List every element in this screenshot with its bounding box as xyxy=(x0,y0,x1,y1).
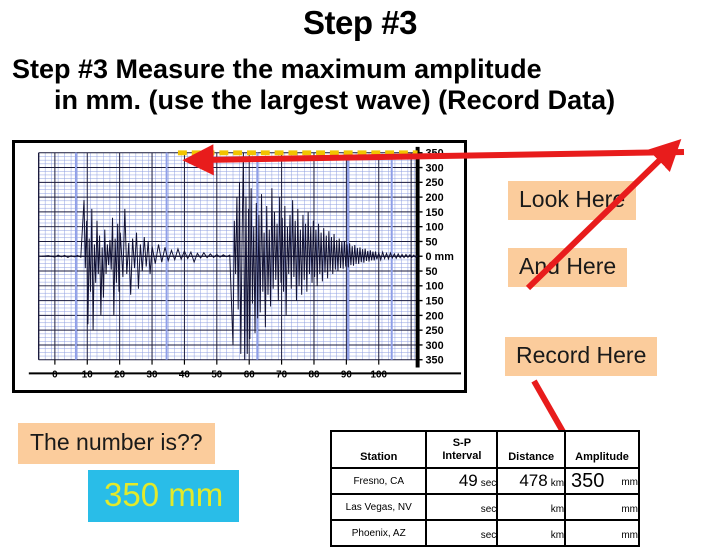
cell-distance[interactable]: 478 km xyxy=(496,467,567,495)
column-header-sp-interval: S-P Interval xyxy=(425,430,499,469)
cell-amplitude[interactable]: mm xyxy=(564,519,640,547)
distance-unit: km xyxy=(550,504,565,515)
distance-value: 478 xyxy=(519,471,548,490)
svg-text:300: 300 xyxy=(426,340,444,352)
slide-title: Step #3 xyxy=(303,4,417,41)
svg-text:250: 250 xyxy=(426,177,444,189)
svg-text:100: 100 xyxy=(426,281,444,293)
seismic-data-table: Station S-P Interval Distance Amplitude … xyxy=(329,430,640,547)
svg-text:350: 350 xyxy=(426,148,444,160)
svg-text:40: 40 xyxy=(179,369,191,380)
cell-sp-interval[interactable]: sec xyxy=(425,493,499,521)
svg-text:0: 0 xyxy=(52,369,58,380)
table-header-row: Station S-P Interval Distance Amplitude xyxy=(329,430,640,469)
svg-text:30: 30 xyxy=(147,369,159,380)
cell-distance[interactable]: km xyxy=(496,519,567,547)
slide-body-line-1: Step #3 Measure the maximum amplitude xyxy=(12,54,542,84)
cell-amplitude[interactable]: 350 mm xyxy=(564,467,640,495)
svg-text:50: 50 xyxy=(426,266,438,278)
cell-sp-interval[interactable]: sec xyxy=(425,519,499,547)
distance-unit: km xyxy=(550,530,565,541)
amplitude-unit: mm xyxy=(621,504,638,515)
svg-text:350: 350 xyxy=(426,355,444,367)
svg-text:200: 200 xyxy=(426,310,444,322)
table-row: Las Vegas, NV sec km mm xyxy=(329,493,640,521)
amplitude-value: 350 xyxy=(571,469,605,492)
cell-distance[interactable]: km xyxy=(496,493,567,521)
svg-text:60: 60 xyxy=(244,369,256,380)
sp-interval-line-1: S-P xyxy=(452,436,472,449)
svg-text:300: 300 xyxy=(426,163,444,175)
cell-station: Fresno, CA xyxy=(329,467,428,495)
distance-unit: km xyxy=(550,478,565,489)
seismogram-chart: 350300250200150100500 mm5010015020025030… xyxy=(15,143,464,390)
column-header-station: Station xyxy=(329,430,428,469)
svg-text:50: 50 xyxy=(211,369,223,380)
slide-body-text: Step #3 Measure the maximum amplitude in… xyxy=(6,54,718,115)
sp-unit: sec xyxy=(480,478,497,489)
callout-and-here: And Here xyxy=(508,248,628,287)
cell-station: Las Vegas, NV xyxy=(329,493,428,521)
svg-text:20: 20 xyxy=(114,369,126,380)
svg-text:10: 10 xyxy=(82,369,94,380)
amplitude-unit: mm xyxy=(621,530,638,541)
callout-record-here: Record Here xyxy=(505,337,658,376)
sp-unit: sec xyxy=(480,504,497,515)
cell-sp-interval[interactable]: 49 sec xyxy=(425,467,499,495)
svg-text:250: 250 xyxy=(426,325,444,337)
svg-text:90: 90 xyxy=(341,369,353,380)
sp-interval-line-2: Interval xyxy=(442,449,482,462)
table-row: Phoenix, AZ sec km mm xyxy=(329,519,640,547)
svg-text:50: 50 xyxy=(426,236,438,248)
answer-value: 350 mm xyxy=(88,470,240,522)
svg-text:80: 80 xyxy=(308,369,320,380)
seismic-data-table-wrapper: Station S-P Interval Distance Amplitude … xyxy=(329,430,640,547)
cell-station: Phoenix, AZ xyxy=(329,519,428,547)
column-header-distance: Distance xyxy=(496,430,567,469)
svg-text:200: 200 xyxy=(426,192,444,204)
amplitude-unit: mm xyxy=(621,476,638,488)
svg-text:0 mm: 0 mm xyxy=(426,251,454,263)
slide-body-line-2: in mm. (use the largest wave) (Record Da… xyxy=(54,84,616,115)
callout-look-here: Look Here xyxy=(508,181,637,220)
svg-text:70: 70 xyxy=(276,369,288,380)
callout-question: The number is?? xyxy=(18,423,215,464)
column-header-amplitude: Amplitude xyxy=(564,430,640,469)
svg-text:150: 150 xyxy=(426,296,444,308)
table-row: Fresno, CA 49 sec 478 km 350 mm xyxy=(329,467,640,495)
sp-unit: sec xyxy=(480,530,497,541)
sp-value: 49 xyxy=(458,471,478,490)
cell-amplitude[interactable]: mm xyxy=(564,493,640,521)
svg-text:100: 100 xyxy=(371,369,388,380)
svg-text:100: 100 xyxy=(426,222,444,234)
svg-text:150: 150 xyxy=(426,207,444,219)
seismogram-panel: 350 300 250 200 150 100 50 0 mm 50 100 150 200 250 30… xyxy=(12,140,467,393)
